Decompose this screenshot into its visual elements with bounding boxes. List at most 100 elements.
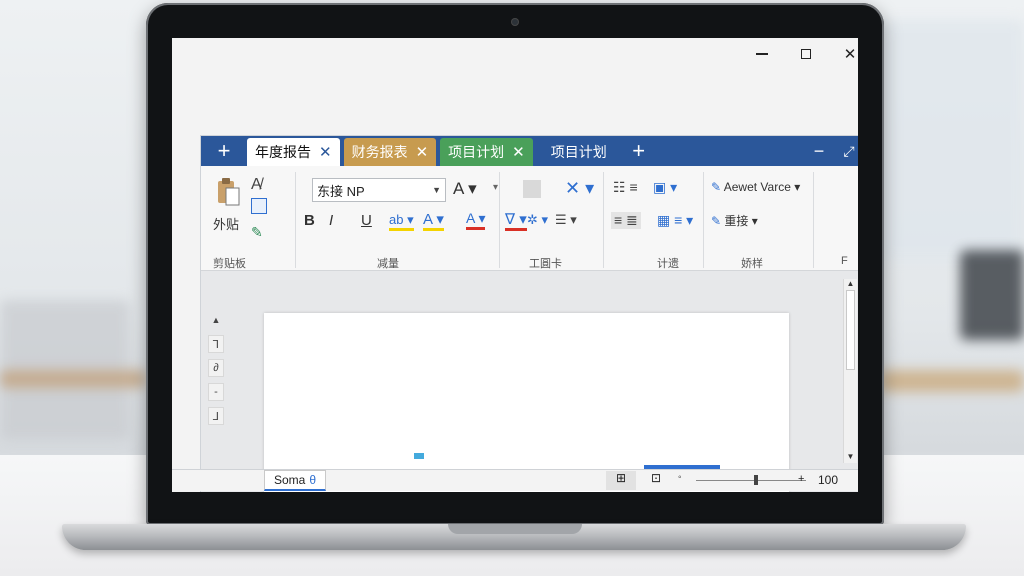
webcam bbox=[511, 18, 519, 26]
cross-icon[interactable]: ✕ ▾ bbox=[565, 178, 594, 199]
zoom-level[interactable]: 100 bbox=[818, 473, 838, 487]
group-separator bbox=[295, 172, 296, 268]
word-app-window: + 年度报告 ✕ 财务报表 ✕ 项目计划 ✕ 项目计划 + − ⤢ 外贴 A̸ … bbox=[200, 135, 858, 492]
document-area: ▲ ⅂ ∂ - ⅃ ▲ ▼ bbox=[201, 271, 858, 492]
plus-icon: + bbox=[632, 138, 646, 163]
format-painter-icon[interactable]: ✎ bbox=[251, 224, 263, 241]
highlight-icon[interactable]: ab ▾ bbox=[389, 212, 414, 231]
group-label-tools: 工圓卡 bbox=[529, 258, 562, 270]
copy-icon[interactable] bbox=[251, 198, 267, 214]
group-label-more: F bbox=[841, 255, 848, 267]
bold-button[interactable]: B bbox=[304, 212, 315, 229]
tab-financial-statement[interactable]: 财务报表 ✕ bbox=[343, 138, 437, 166]
status-bar: Soma θ ⊞ ⊡ ◦ + 100 bbox=[172, 469, 858, 491]
background-desk bbox=[880, 370, 1024, 392]
window-close-button[interactable]: ✕ bbox=[840, 44, 858, 64]
shape-icon[interactable] bbox=[523, 180, 541, 198]
ruler-marker-icon[interactable]: ⅂ bbox=[208, 335, 224, 353]
scroll-up-icon[interactable]: ▲ bbox=[844, 279, 857, 288]
replace-label: 重接 bbox=[724, 214, 749, 228]
chevron-down-icon: ▼ bbox=[432, 185, 441, 195]
font-color-dropdown[interactable]: ▾ bbox=[493, 182, 498, 193]
scroll-thumb[interactable] bbox=[846, 290, 855, 370]
tab-project-plan-2[interactable]: 项目计划 bbox=[537, 138, 615, 166]
scroll-down-icon[interactable]: ▼ bbox=[844, 452, 857, 461]
font-name-value: 东接 NP bbox=[317, 183, 365, 199]
laptop-base bbox=[62, 524, 966, 550]
background-monitor bbox=[960, 250, 1024, 340]
vertical-scrollbar[interactable]: ▲ ▼ bbox=[843, 279, 857, 463]
group-separator bbox=[813, 172, 814, 268]
zoom-slider[interactable] bbox=[696, 475, 806, 485]
window-maximize-button[interactable] bbox=[796, 44, 816, 64]
ribbon: 外贴 A̸ ✎ 剪贴板 东接 NP ▼ A ▾ ▾ B I U ab ▾ A ▾… bbox=[201, 166, 858, 271]
vertical-toolbar: ▲ ⅂ ∂ - ⅃ bbox=[207, 311, 225, 491]
styles-icon: ✎ bbox=[711, 180, 722, 194]
view-print-layout-icon[interactable]: ⊞ bbox=[606, 471, 636, 490]
close-icon: ✕ bbox=[843, 46, 857, 63]
tab-close-icon[interactable]: ✕ bbox=[319, 143, 332, 161]
tabbar-controls: − ⤢ bbox=[801, 136, 858, 166]
sort-icon[interactable]: ∇ ▾ bbox=[505, 210, 527, 231]
shading-icon[interactable]: ✲ ▾ bbox=[527, 212, 548, 228]
zoom-slider-thumb[interactable] bbox=[754, 475, 758, 485]
ruler-marker-icon[interactable]: - bbox=[208, 383, 224, 401]
window-minimize-button[interactable] bbox=[752, 44, 772, 64]
indent-icon[interactable]: ☰ ▾ bbox=[555, 212, 577, 228]
numbering-icon[interactable]: ▣ ▾ bbox=[653, 179, 677, 196]
paste-icon[interactable] bbox=[215, 176, 241, 208]
laptop: ✕ + 年度报告 ✕ 财务报表 ✕ 项目计划 ✕ 项目计划 + − ⤢ 外贴 A… bbox=[146, 3, 884, 525]
font-color-icon[interactable]: A ▾ bbox=[423, 210, 444, 231]
chevron-up-icon[interactable]: ▲ bbox=[208, 311, 224, 329]
page-icon: θ bbox=[309, 473, 317, 487]
ribbon-minimize-button[interactable]: − bbox=[801, 141, 837, 162]
new-tab-button[interactable]: + bbox=[201, 136, 247, 166]
zoom-in-icon[interactable]: + bbox=[798, 473, 804, 485]
underline-button[interactable]: U bbox=[361, 212, 372, 229]
text-fragment bbox=[414, 453, 424, 459]
group-label-font: 减量 bbox=[377, 258, 399, 270]
group-separator bbox=[499, 172, 500, 268]
page-indicator[interactable]: Soma θ bbox=[264, 470, 326, 491]
tab-project-plan[interactable]: 项目计划 ✕ bbox=[440, 138, 533, 166]
laptop-screen: ✕ + 年度报告 ✕ 财务报表 ✕ 项目计划 ✕ 项目计划 + − ⤢ 外贴 A… bbox=[172, 38, 858, 492]
grow-font-icon[interactable]: A ▾ bbox=[453, 179, 477, 199]
tab-annual-report[interactable]: 年度报告 ✕ bbox=[247, 138, 340, 166]
cut-icon[interactable]: A̸ bbox=[251, 176, 262, 194]
tab-close-icon[interactable]: ✕ bbox=[512, 143, 525, 161]
tab-close-icon[interactable]: ✕ bbox=[416, 143, 429, 161]
minimize-icon bbox=[756, 53, 768, 55]
zoom-out-icon[interactable]: ◦ bbox=[678, 472, 682, 483]
font-name-dropdown[interactable]: 东接 NP ▼ bbox=[312, 178, 446, 202]
paste-label[interactable]: 外贴 bbox=[213, 214, 239, 233]
style-preview-label: Aewet Varce bbox=[723, 180, 791, 194]
ruler-marker-icon[interactable]: ⅃ bbox=[208, 407, 224, 425]
group-label-clipboard: 剪贴板 bbox=[213, 258, 246, 270]
restore-icon[interactable]: ⤢ bbox=[837, 143, 858, 160]
tab-label: 财务报表 bbox=[351, 144, 408, 160]
document-page[interactable] bbox=[264, 313, 789, 492]
plus-icon: + bbox=[217, 138, 231, 163]
bullets-icon[interactable]: ☷ ≡ bbox=[613, 179, 638, 196]
text-effects-icon[interactable]: A ▾ bbox=[466, 210, 486, 230]
add-tab-button[interactable]: + bbox=[619, 136, 659, 166]
group-label-styles: 娇样 bbox=[741, 258, 763, 270]
style-gallery-item[interactable]: ✎ Aewet Varce ▾ bbox=[711, 180, 800, 194]
tab-label: 年度报告 bbox=[255, 144, 311, 160]
page-label: Soma bbox=[273, 473, 306, 487]
tab-label: 项目计划 bbox=[448, 144, 505, 160]
ruler-marker-icon[interactable]: ∂ bbox=[208, 359, 224, 377]
tab-label: 项目计划 bbox=[550, 144, 607, 160]
table-icon[interactable]: ▦ ≡ ▾ bbox=[657, 212, 693, 229]
background-window bbox=[880, 20, 1024, 260]
group-label-paragraph: 计遗 bbox=[657, 258, 679, 270]
replace-button[interactable]: ✎ 重接 ▾ bbox=[711, 212, 758, 229]
italic-button[interactable]: I bbox=[329, 212, 333, 229]
view-read-icon[interactable]: ⊡ bbox=[644, 471, 668, 485]
maximize-icon bbox=[801, 49, 811, 59]
document-tab-bar: + 年度报告 ✕ 财务报表 ✕ 项目计划 ✕ 项目计划 + − ⤢ bbox=[201, 136, 858, 166]
replace-icon: ✎ bbox=[711, 214, 722, 228]
laptop-notch bbox=[448, 524, 582, 534]
background-table bbox=[0, 370, 146, 388]
align-left-icon[interactable]: ≡ ≣ bbox=[611, 212, 641, 229]
